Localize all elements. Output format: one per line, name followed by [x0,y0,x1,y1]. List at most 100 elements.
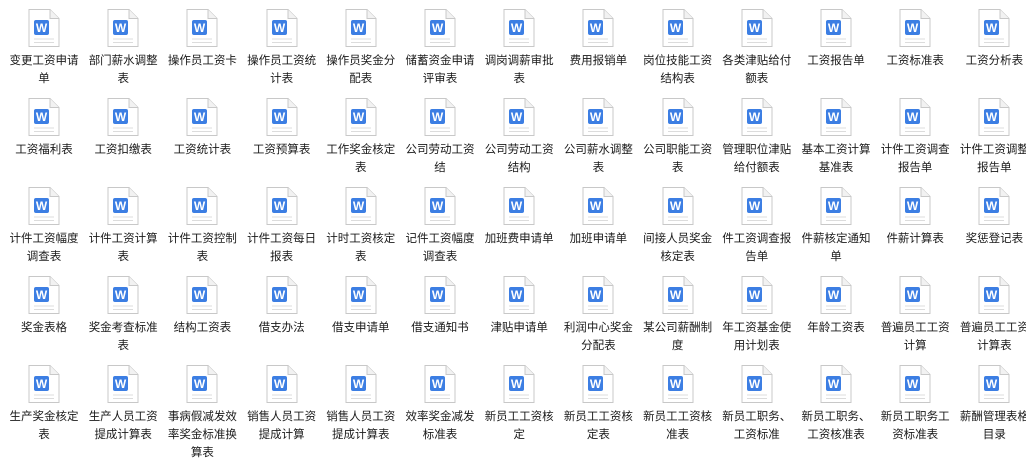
file-item[interactable]: W 新员工职务、工资标准 [717,364,797,454]
file-item[interactable]: W 奖金考查标准表 [83,275,163,365]
file-item[interactable]: W 件薪计算表 [875,186,955,276]
file-name-label: 工资报告单 [807,53,865,67]
file-item[interactable]: W 工资预算表 [242,97,322,187]
file-item[interactable]: W 加班费申请单 [479,186,559,276]
svg-text:W: W [353,377,365,391]
file-item[interactable]: W 费用报销单 [558,8,638,98]
word-document-icon: W [343,275,379,315]
file-item[interactable]: W 新员工工资核定表 [558,364,638,454]
file-item[interactable]: W 储蓄资金申请评审表 [400,8,480,98]
file-item[interactable]: W 操作员奖金分配表 [321,8,401,98]
word-document-icon: W [739,186,775,226]
file-item[interactable]: W 新员工职务、工资核准表 [796,364,876,454]
file-item[interactable]: W 记件工资幅度调查表 [400,186,480,276]
file-item[interactable]: W 效率奖金减发标准表 [400,364,480,454]
file-item[interactable]: W 工资分析表 [954,8,1026,98]
word-document-icon: W [501,275,537,315]
file-name-label: 年龄工资表 [807,320,865,334]
file-item[interactable]: W 计件工资每日报表 [242,186,322,276]
file-item[interactable]: W 新员工工资核准表 [638,364,718,454]
svg-text:W: W [669,377,681,391]
file-item[interactable]: W 结构工资表 [162,275,242,365]
file-item[interactable]: W 普遍员工工资计算 [875,275,955,365]
file-item[interactable]: W 各类津贴给付额表 [717,8,797,98]
file-item[interactable]: W 奖惩登记表 [954,186,1026,276]
file-item[interactable]: W 操作员工资统计表 [242,8,322,98]
file-item[interactable]: W 工资标准表 [875,8,955,98]
file-item[interactable]: W 计件工资控制表 [162,186,242,276]
file-item[interactable]: W 新员工职务工资标准表 [875,364,955,454]
file-item[interactable]: W 调岗调薪审批表 [479,8,559,98]
file-item[interactable]: W 某公司薪酬制度 [638,275,718,365]
file-item[interactable]: W 工资报告单 [796,8,876,98]
file-item[interactable]: W 借支办法 [242,275,322,365]
file-item[interactable]: W 工资扣缴表 [83,97,163,187]
file-item[interactable]: W 工作奖金核定表 [321,97,401,187]
file-item[interactable]: W 销售人员工资提成计算表 [321,364,401,454]
file-item[interactable]: W 变更工资申请单 [4,8,84,98]
file-item[interactable]: W 工资福利表 [4,97,84,187]
file-name-label: 部门薪水调整表 [88,53,158,85]
file-name-label: 计件工资计算表 [88,231,158,263]
file-item[interactable]: W 奖金表格 [4,275,84,365]
file-item[interactable]: W 公司薪水调整表 [558,97,638,187]
file-item[interactable]: W 借支申请单 [321,275,401,365]
file-item[interactable]: W 操作员工资卡 [162,8,242,98]
file-item[interactable]: W 普遍员工工资计算表 [954,275,1026,365]
file-item[interactable]: W 新员工工资核定 [479,364,559,454]
file-item[interactable]: W 销售人员工资提成计算 [242,364,322,454]
svg-text:W: W [749,21,761,35]
file-item[interactable]: W 件薪核定通知单 [796,186,876,276]
svg-text:W: W [907,21,919,35]
file-item[interactable]: W 件工资调查报告单 [717,186,797,276]
word-document-icon: W [343,8,379,48]
file-item[interactable]: W 年工资基金使用计划表 [717,275,797,365]
file-item[interactable]: W 薪酬管理表格目录 [954,364,1026,454]
file-item[interactable]: W 计件工资调查报告单 [875,97,955,187]
svg-text:W: W [590,288,602,302]
file-item[interactable]: W 生产人员工资提成计算表 [83,364,163,454]
word-document-icon: W [976,97,1012,137]
file-name-label: 普遍员工工资计算 [880,320,950,352]
file-item[interactable]: W 计时工资核定表 [321,186,401,276]
word-document-icon: W [660,8,696,48]
file-item[interactable]: W 公司劳动工资结构 [479,97,559,187]
file-item[interactable]: W 年龄工资表 [796,275,876,365]
word-document-icon: W [739,8,775,48]
file-name-label: 新员工工资核准表 [643,409,713,441]
file-item[interactable]: W 生产奖金核定表 [4,364,84,454]
word-document-icon: W [26,8,62,48]
file-name-label: 销售人员工资提成计算 [247,409,317,441]
file-name-label: 计件工资调查报告单 [880,142,950,174]
file-item[interactable]: W 公司劳动工资结 [400,97,480,187]
file-item[interactable]: W 计件工资计算表 [83,186,163,276]
file-item[interactable]: W 加班申请单 [558,186,638,276]
file-name-label: 计时工资核定表 [326,231,396,263]
word-document-icon: W [184,8,220,48]
word-document-icon: W [976,8,1012,48]
file-name-label: 工资扣缴表 [94,142,152,156]
file-item[interactable]: W 计件工资幅度调查表 [4,186,84,276]
file-item[interactable]: W 借支通知书 [400,275,480,365]
file-name-label: 操作员工资统计表 [247,53,317,85]
file-item[interactable]: W 津贴申请单 [479,275,559,365]
word-document-icon: W [422,275,458,315]
word-document-icon: W [818,364,854,404]
word-document-icon: W [897,364,933,404]
word-document-icon: W [422,97,458,137]
file-item[interactable]: W 事病假减发效率奖金标准换算表 [162,364,242,459]
svg-text:W: W [986,288,998,302]
file-item[interactable]: W 利润中心奖金分配表 [558,275,638,365]
file-item[interactable]: W 间接人员奖金核定表 [638,186,718,276]
file-item[interactable]: W 基本工资计算基准表 [796,97,876,187]
svg-text:W: W [511,199,523,213]
file-item[interactable]: W 管理职位津贴给付额表 [717,97,797,187]
word-document-icon: W [501,97,537,137]
file-item[interactable]: W 部门薪水调整表 [83,8,163,98]
file-item[interactable]: W 工资统计表 [162,97,242,187]
file-item[interactable]: W 计件工资调整报告单 [954,97,1026,187]
file-item[interactable]: W 公司职能工资表 [638,97,718,187]
word-document-icon: W [501,8,537,48]
file-item[interactable]: W 岗位技能工资结构表 [638,8,718,98]
file-name-label: 记件工资幅度调查表 [405,231,475,263]
